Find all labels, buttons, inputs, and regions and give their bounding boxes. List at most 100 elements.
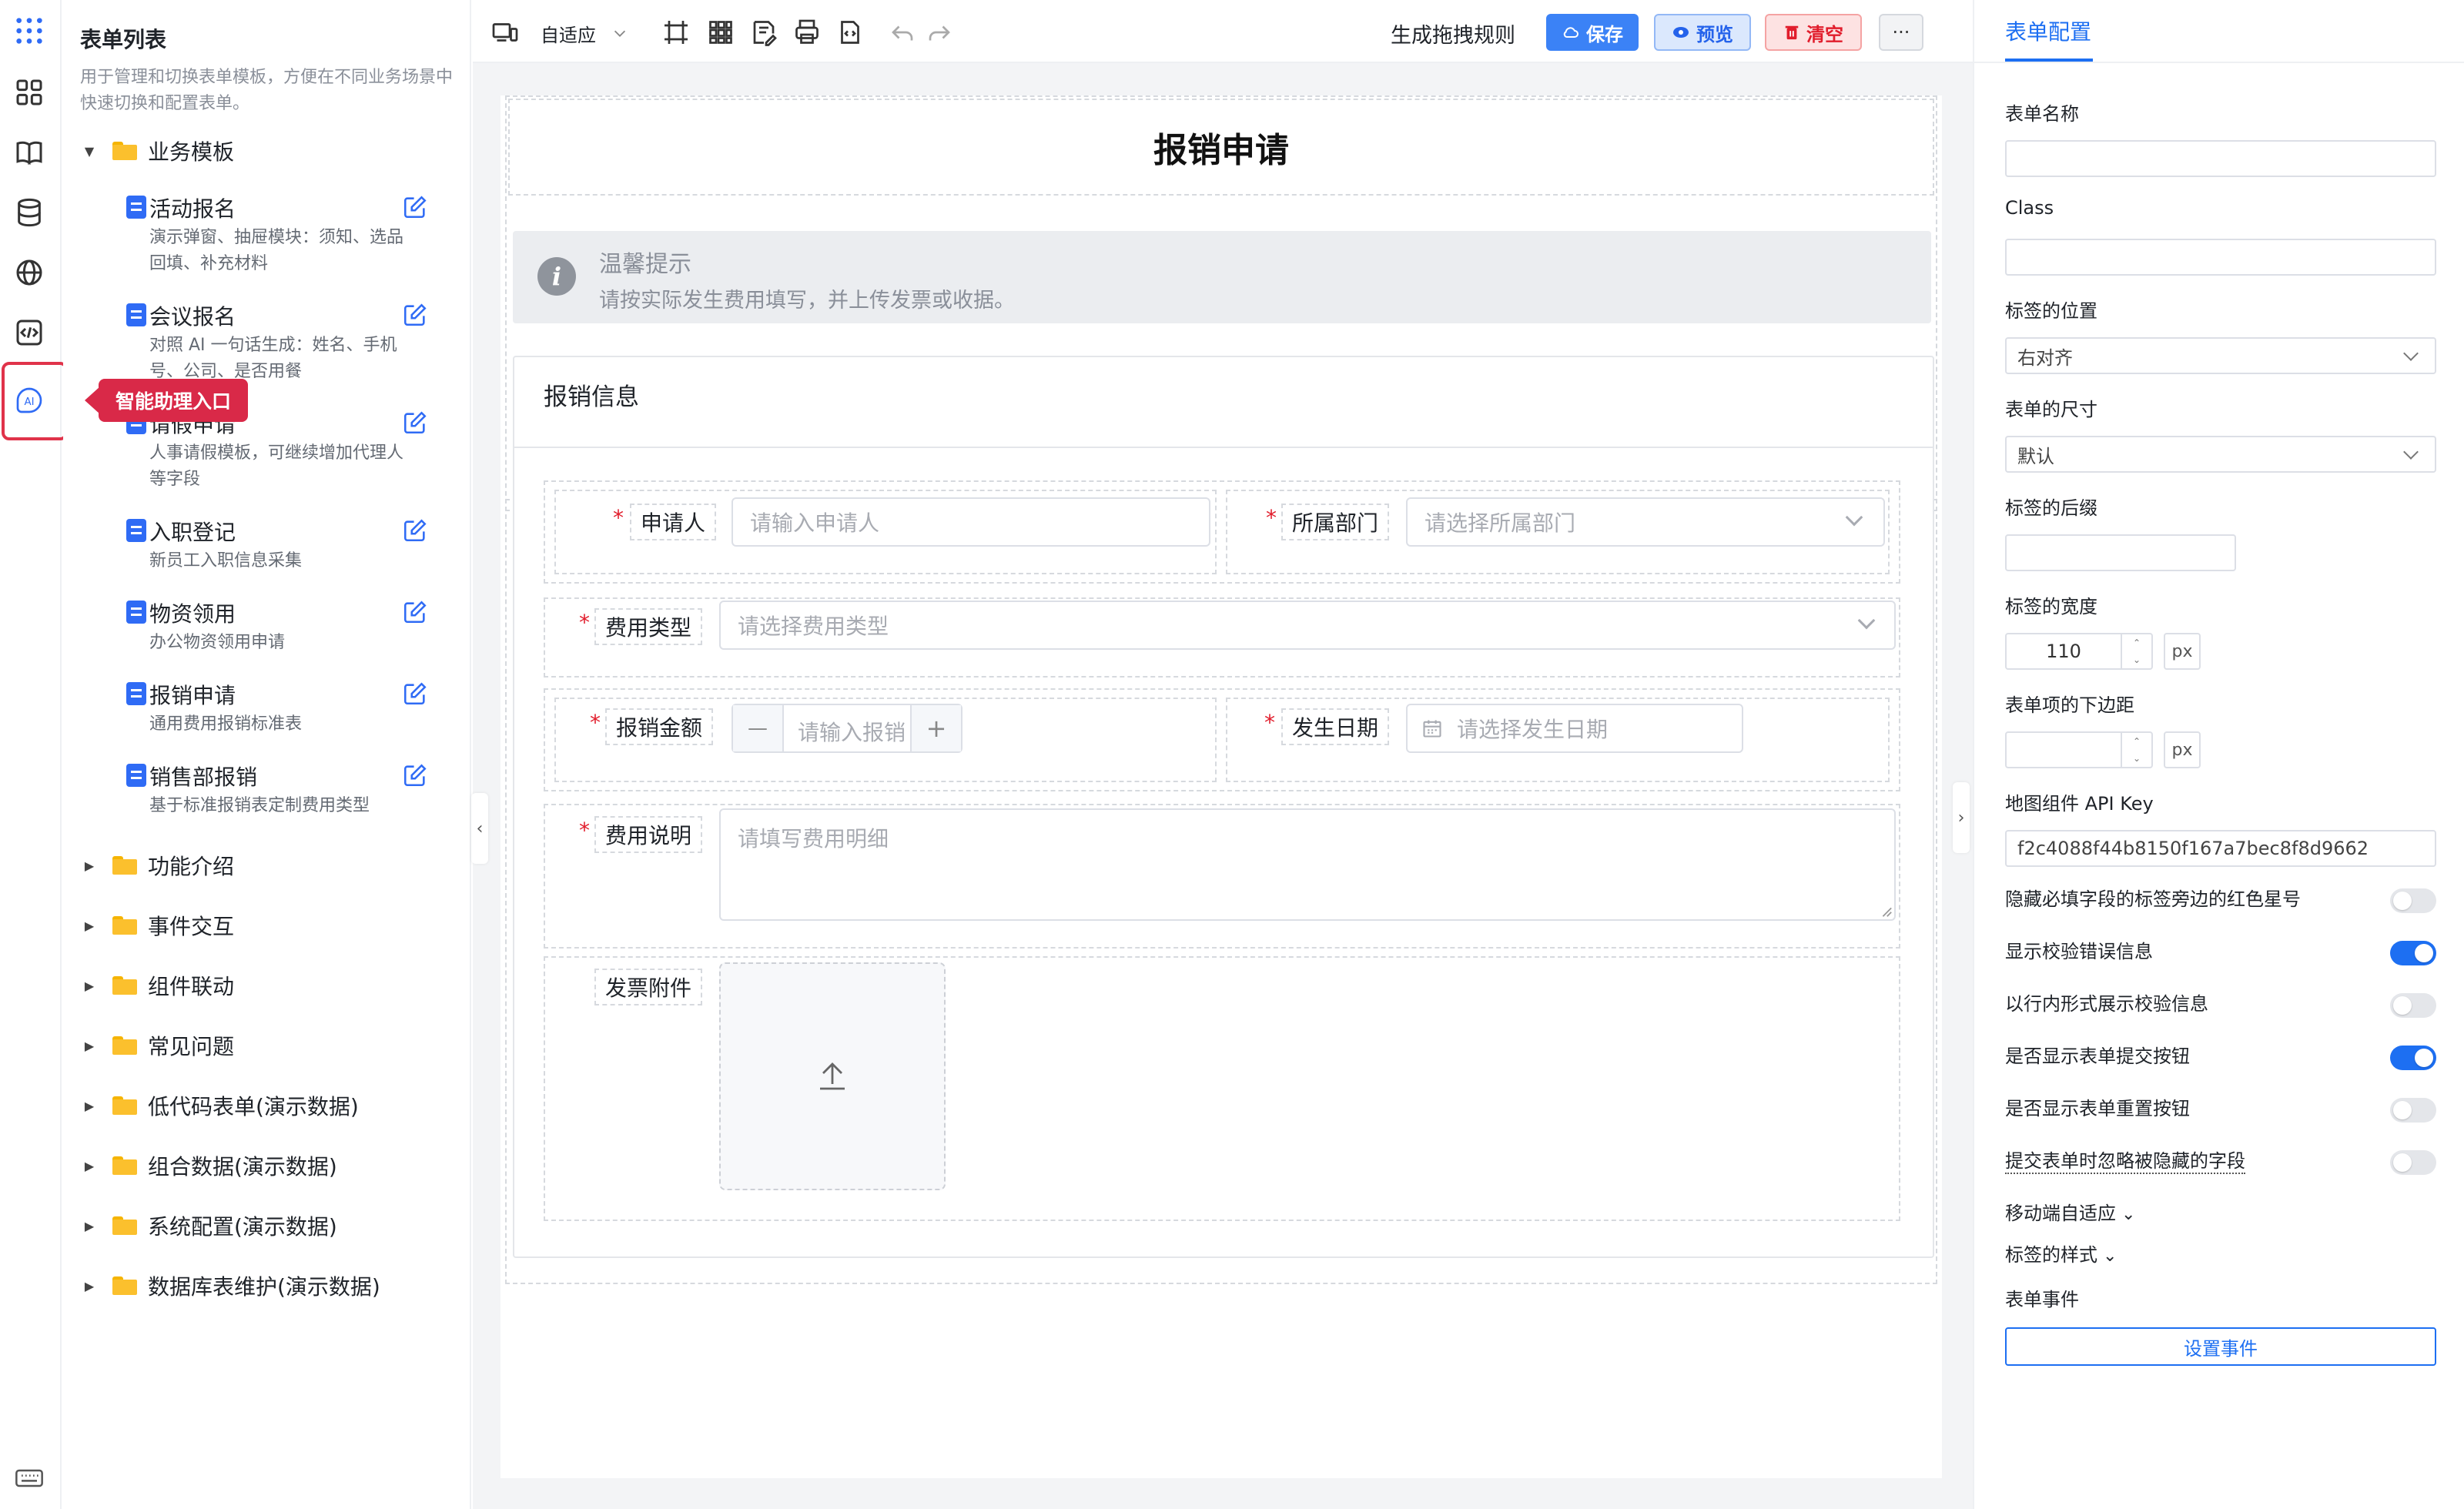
save-label: 保存 [1586, 23, 1623, 45]
chevron-up-icon[interactable]: ⌃ [2133, 637, 2141, 648]
eye-icon [1673, 27, 1689, 38]
caret-right-icon: ▶ [84, 1038, 95, 1053]
toggle-switch[interactable] [2390, 1150, 2436, 1175]
plus-button[interactable]: + [910, 705, 961, 751]
ai-entry-highlight [2, 362, 68, 440]
template-desc: 新员工入职信息采集 [149, 551, 303, 570]
toggle-switch[interactable] [2390, 1098, 2436, 1123]
database-icon[interactable] [12, 196, 46, 229]
redo-icon[interactable] [924, 17, 955, 48]
collapse-right-toggle[interactable]: › [1953, 782, 1970, 853]
edit-icon[interactable] [402, 599, 428, 625]
folder-icon [112, 976, 137, 995]
required-asterisk: * [579, 818, 590, 843]
unit-label: px [2164, 633, 2201, 670]
edit-icon[interactable] [402, 194, 428, 220]
frame-icon[interactable] [661, 17, 691, 48]
device-mode-select[interactable]: 自适应 [541, 20, 596, 47]
set-events-button[interactable]: 设置事件 [2005, 1327, 2436, 1366]
folder-item[interactable]: ▶ 功能介绍 [80, 850, 234, 881]
edit-icon[interactable] [402, 762, 428, 788]
edit-icon[interactable] [402, 302, 428, 328]
edit-icon[interactable] [402, 517, 428, 544]
folder-item[interactable]: ▶ 数据库表维护(演示数据) [80, 1270, 380, 1301]
code-icon[interactable] [12, 316, 46, 350]
template-name[interactable]: 物资领用 [149, 597, 236, 628]
template-name[interactable]: 报销申请 [149, 679, 236, 710]
folder-item[interactable]: ▶ 低代码表单(演示数据) [80, 1090, 359, 1121]
applicant-label: 申请人 [630, 504, 717, 540]
template-name[interactable]: 入职登记 [149, 516, 236, 547]
upload-area[interactable] [719, 962, 946, 1190]
config-panel: 表单配置 表单名称 Class 标签的位置 右对齐 表单的尺寸 默认 标签的后缀… [1973, 0, 2464, 1509]
chevron-down-icon[interactable]: ⌄ [2133, 753, 2141, 764]
template-name[interactable]: 会议报名 [149, 300, 236, 331]
type-select[interactable]: 请选择费用类型 [719, 601, 1896, 650]
folder-item[interactable]: ▶ 组件联动 [80, 970, 234, 1001]
folder-item[interactable]: ▶ 事件交互 [80, 910, 234, 941]
label-suffix-input[interactable] [2005, 534, 2236, 571]
folder-item[interactable]: ▶ 组合数据(演示数据) [80, 1150, 337, 1181]
chevron-down-icon[interactable]: ⌄ [2133, 654, 2141, 665]
code-file-icon[interactable] [835, 17, 865, 48]
date-picker[interactable]: 请选择发生日期 [1406, 704, 1743, 753]
save-button[interactable]: 保存 [1546, 14, 1639, 51]
template-desc: 演示弹窗、抽屉模块：须知、选品回填、补充材料 [149, 228, 404, 273]
toggle-label: 以行内形式展示校验信息 [2005, 993, 2208, 1015]
template-desc: 通用费用报销标准表 [149, 714, 303, 734]
mobile-adapt-expander[interactable]: 移动端自适应 ⌄ [2005, 1198, 2135, 1225]
amount-stepper[interactable]: — 请输入报销 + [732, 704, 962, 753]
edit-icon[interactable] [402, 410, 428, 436]
grid-icon[interactable] [705, 17, 736, 48]
resize-handle-icon[interactable] [1879, 904, 1893, 918]
collapse-left-toggle[interactable]: ‹ [471, 793, 488, 864]
label-width-input[interactable]: 110 ⌃ ⌄ [2005, 633, 2153, 670]
form-doc-icon [126, 764, 146, 787]
toggle-switch[interactable] [2390, 993, 2436, 1018]
minus-button[interactable]: — [733, 705, 784, 751]
toggle-switch[interactable] [2390, 941, 2436, 965]
undo-icon[interactable] [887, 17, 918, 48]
more-button[interactable]: ··· [1879, 14, 1923, 51]
edit-icon[interactable] [402, 681, 428, 707]
toggle-switch[interactable] [2390, 888, 2436, 913]
chevron-up-icon[interactable]: ⌃ [2133, 736, 2141, 747]
template-name[interactable]: 销售部报销 [149, 761, 257, 791]
folder-business-templates[interactable]: ▼ 业务模板 [80, 136, 234, 166]
calendar-icon [1423, 720, 1441, 738]
keyboard-icon[interactable] [12, 1461, 46, 1495]
spin-buttons[interactable]: ⌃ ⌄ [2121, 634, 2151, 668]
generate-rule-link[interactable]: 生成拖拽规则 [1391, 18, 1515, 49]
applicant-input[interactable]: 请输入申请人 [732, 497, 1210, 547]
folder-label: 组件联动 [148, 974, 235, 999]
tab-form-config[interactable]: 表单配置 [2005, 15, 2091, 46]
components-icon[interactable] [12, 75, 46, 109]
folder-item[interactable]: ▶ 系统配置(演示数据) [80, 1210, 337, 1241]
dept-select[interactable]: 请选择所属部门 [1406, 497, 1885, 547]
label-position-select[interactable]: 右对齐 [2005, 337, 2436, 374]
apps-grid-icon[interactable] [12, 14, 46, 48]
spin-buttons[interactable]: ⌃ ⌄ [2121, 733, 2151, 767]
preview-button[interactable]: 预览 [1654, 14, 1751, 51]
label-position-label: 标签的位置 [2005, 300, 2097, 322]
amount-input[interactable]: 请输入报销 [798, 716, 906, 747]
template-desc: 基于标准报销表定制费用类型 [149, 796, 370, 815]
class-input[interactable] [2005, 239, 2436, 276]
folder-item[interactable]: ▶ 常见问题 [80, 1030, 234, 1061]
template-name[interactable]: 活动报名 [149, 192, 236, 223]
globe-icon[interactable] [12, 256, 46, 289]
item-margin-input[interactable]: ⌃ ⌄ [2005, 731, 2153, 768]
form-size-select[interactable]: 默认 [2005, 436, 2436, 473]
label-style-expander[interactable]: 标签的样式 ⌄ [2005, 1240, 2117, 1266]
map-key-input[interactable]: f2c4088f44b8150f167a7bec8f8d9662 [2005, 830, 2436, 867]
folder-label: 功能介绍 [148, 854, 235, 879]
chevron-down-icon: ⌄ [2097, 1246, 2118, 1266]
desc-textarea[interactable]: 请填写费用明细 [719, 808, 1896, 921]
book-icon[interactable] [12, 136, 46, 169]
form-name-input[interactable] [2005, 140, 2436, 177]
toggle-switch[interactable] [2390, 1046, 2436, 1070]
print-icon[interactable] [792, 17, 822, 48]
device-icon[interactable] [490, 17, 521, 48]
note-edit-icon[interactable] [748, 17, 779, 48]
clear-button[interactable]: 清空 [1765, 14, 1862, 51]
